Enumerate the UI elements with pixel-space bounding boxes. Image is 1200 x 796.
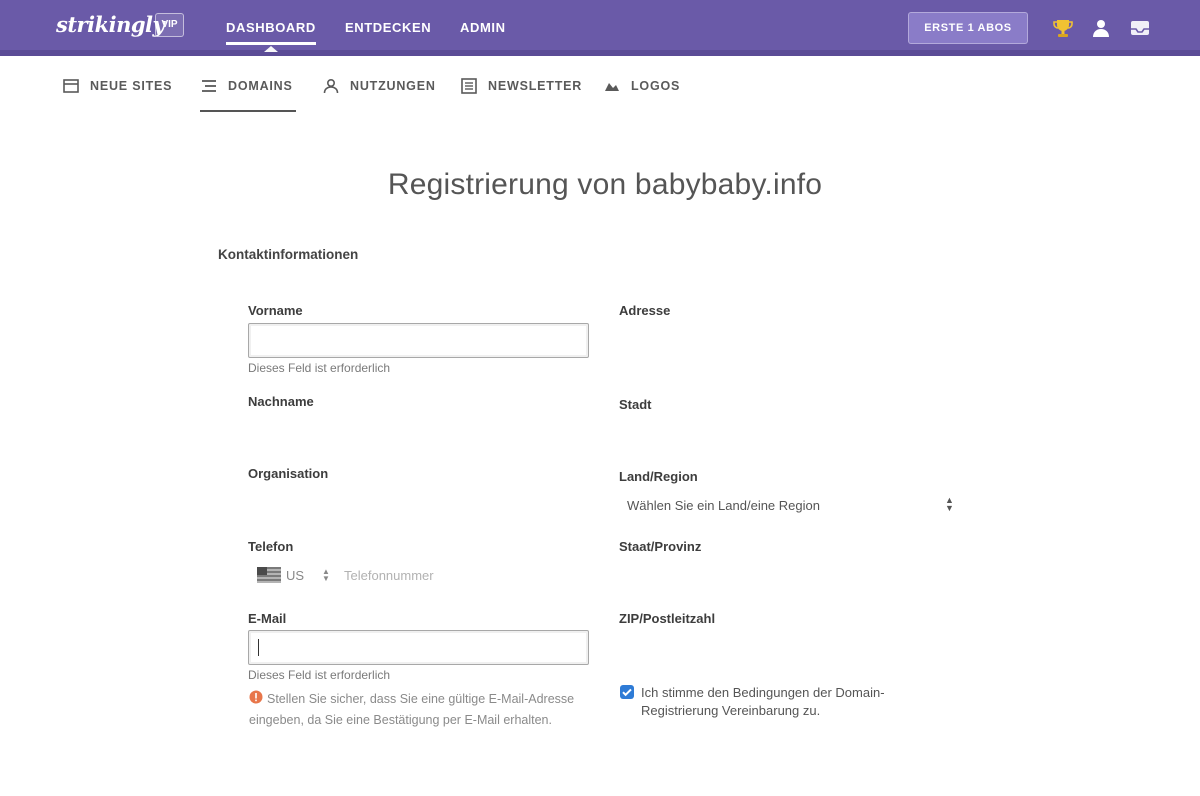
subnav-label: DOMAINS xyxy=(228,79,293,93)
country-selected-value: Wählen Sie ein Land/eine Region xyxy=(627,498,820,513)
top-navigation-bar: strikingly VIP DASHBOARD ENTDECKEN ADMIN… xyxy=(0,0,1200,56)
subnav-label: NEUE SITES xyxy=(90,79,173,93)
nav-admin[interactable]: ADMIN xyxy=(460,20,506,35)
checkmark-icon xyxy=(622,688,632,697)
address-label: Adresse xyxy=(619,303,671,318)
organisation-label: Organisation xyxy=(248,466,329,481)
zip-label: ZIP/Postleitzahl xyxy=(619,611,716,626)
active-subnav-underline xyxy=(200,110,296,112)
active-nav-caret xyxy=(264,46,278,52)
newsletter-icon xyxy=(460,77,478,95)
email-warning-text: Stellen Sie sicher, dass Sie eine gültig… xyxy=(249,692,575,727)
state-label: Staat/Provinz xyxy=(619,539,702,554)
email-label: E-Mail xyxy=(248,611,287,626)
subnav-logos[interactable]: LOGOS xyxy=(603,76,680,96)
subnav-label: NEWSLETTER xyxy=(488,79,583,93)
subnav-domains[interactable]: DOMAINS xyxy=(200,76,293,96)
phone-country-select-arrows-icon[interactable]: ▲ ▼ xyxy=(322,568,330,583)
email-field[interactable] xyxy=(248,630,589,665)
abo-button[interactable]: ERSTE 1 ABOS xyxy=(908,12,1028,44)
country-label: Land/Region xyxy=(619,469,698,484)
sites-icon xyxy=(62,77,80,95)
consent-label[interactable]: Ich stimme den Bedingungen der Domain-Re… xyxy=(641,684,961,720)
firstname-label: Vorname xyxy=(248,303,303,318)
trophy-icon[interactable] xyxy=(1051,16,1075,40)
subnav-label: NUTZUNGEN xyxy=(350,79,436,93)
firstname-field[interactable] xyxy=(248,323,589,358)
email-error: Dieses Feld ist erforderlich xyxy=(248,668,391,682)
lastname-label: Nachname xyxy=(248,394,314,409)
city-label: Stadt xyxy=(619,397,652,412)
country-select[interactable]: Wählen Sie ein Land/eine Region ▲ ▼ xyxy=(619,492,959,518)
domains-icon xyxy=(200,77,218,95)
page-title: Registrierung von babybaby.info xyxy=(387,168,823,201)
text-cursor xyxy=(258,639,259,656)
section-heading-contact: Kontaktinformationen xyxy=(218,247,359,262)
nav-entdecken[interactable]: ENTDECKEN xyxy=(345,20,431,35)
subnav-label: LOGOS xyxy=(631,79,681,93)
subnav-nutzungen[interactable]: NUTZUNGEN xyxy=(322,76,436,96)
strikingly-logo[interactable]: strikingly xyxy=(56,12,165,37)
subnav-neue-sites[interactable]: NEUE SITES xyxy=(62,76,172,96)
consent-checkbox[interactable] xyxy=(620,685,634,699)
nav-dashboard[interactable]: DASHBOARD xyxy=(226,20,316,45)
inbox-icon[interactable] xyxy=(1128,16,1152,40)
users-icon xyxy=(322,77,340,95)
firstname-error: Dieses Feld ist erforderlich xyxy=(248,361,391,375)
phone-label: Telefon xyxy=(248,539,294,554)
vip-badge: VIP xyxy=(155,13,184,37)
logos-icon xyxy=(603,77,621,95)
select-arrows-icon: ▲ ▼ xyxy=(945,495,954,513)
subnav-newsletter[interactable]: NEWSLETTER xyxy=(460,76,582,96)
us-flag-icon[interactable] xyxy=(257,567,281,583)
user-icon[interactable] xyxy=(1089,16,1113,40)
phone-country-code[interactable]: US xyxy=(286,568,304,583)
phone-number-field[interactable]: Telefonnummer xyxy=(344,568,434,583)
